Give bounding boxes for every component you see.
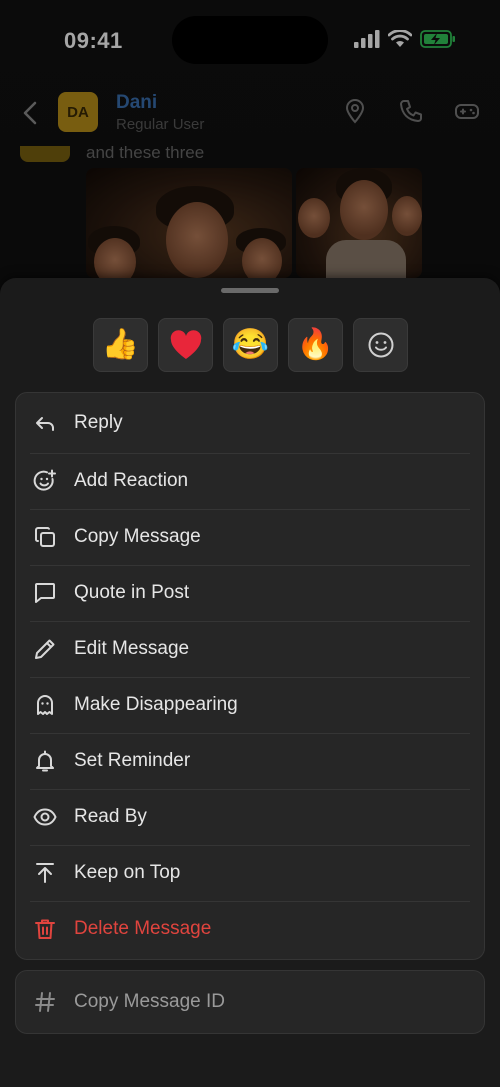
message-actions-menu: Reply Add Reaction Copy Message Quote in… xyxy=(15,392,485,960)
menu-item-make-disappearing[interactable]: Make Disappearing xyxy=(16,677,484,733)
menu-item-label: Edit Message xyxy=(74,638,190,659)
menu-item-copy-message[interactable]: Copy Message xyxy=(16,509,484,565)
bell-icon xyxy=(32,748,58,774)
menu-item-keep-on-top[interactable]: Keep on Top xyxy=(16,845,484,901)
menu-item-label: Make Disappearing xyxy=(74,694,238,715)
menu-item-label: Copy Message xyxy=(74,526,201,547)
ghost-icon xyxy=(32,692,58,718)
copy-icon xyxy=(32,524,58,550)
pencil-icon xyxy=(32,636,58,662)
more-reactions-button[interactable] xyxy=(353,318,408,372)
reply-icon xyxy=(32,410,58,436)
reaction-thumbs-up[interactable]: 👍 xyxy=(93,318,148,372)
menu-item-quote-in-post[interactable]: Quote in Post xyxy=(16,565,484,621)
pin-top-icon xyxy=(32,860,58,886)
menu-item-read-by[interactable]: Read By xyxy=(16,789,484,845)
menu-item-label: Add Reaction xyxy=(74,470,189,491)
menu-item-set-reminder[interactable]: Set Reminder xyxy=(16,733,484,789)
add-reaction-icon xyxy=(32,468,58,494)
menu-item-copy-message-id[interactable]: Copy Message ID xyxy=(15,970,485,1034)
menu-item-reply[interactable]: Reply xyxy=(16,393,484,453)
quote-icon xyxy=(32,580,58,606)
reaction-heart[interactable] xyxy=(158,318,213,372)
quick-reactions: 👍 😂 🔥 xyxy=(93,318,408,372)
menu-item-label: Copy Message ID xyxy=(74,991,226,1012)
reaction-laughing[interactable]: 😂 xyxy=(223,318,278,372)
reaction-fire[interactable]: 🔥 xyxy=(288,318,343,372)
menu-item-label: Quote in Post xyxy=(74,582,190,603)
sheet-grabber[interactable] xyxy=(221,288,279,293)
message-actions-sheet: 👍 😂 🔥 Reply Add Reaction Copy Message Qu… xyxy=(0,278,500,1087)
eye-icon xyxy=(32,804,58,830)
menu-item-edit-message[interactable]: Edit Message xyxy=(16,621,484,677)
menu-item-label: Reply xyxy=(74,412,123,433)
menu-item-label: Set Reminder xyxy=(74,750,191,771)
hash-icon xyxy=(32,989,58,1015)
menu-item-add-reaction[interactable]: Add Reaction xyxy=(16,453,484,509)
menu-item-label: Read By xyxy=(74,806,147,827)
trash-icon xyxy=(32,916,58,942)
menu-item-delete-message[interactable]: Delete Message xyxy=(16,901,484,957)
menu-item-label: Keep on Top xyxy=(74,862,181,883)
menu-item-label: Delete Message xyxy=(74,918,212,939)
